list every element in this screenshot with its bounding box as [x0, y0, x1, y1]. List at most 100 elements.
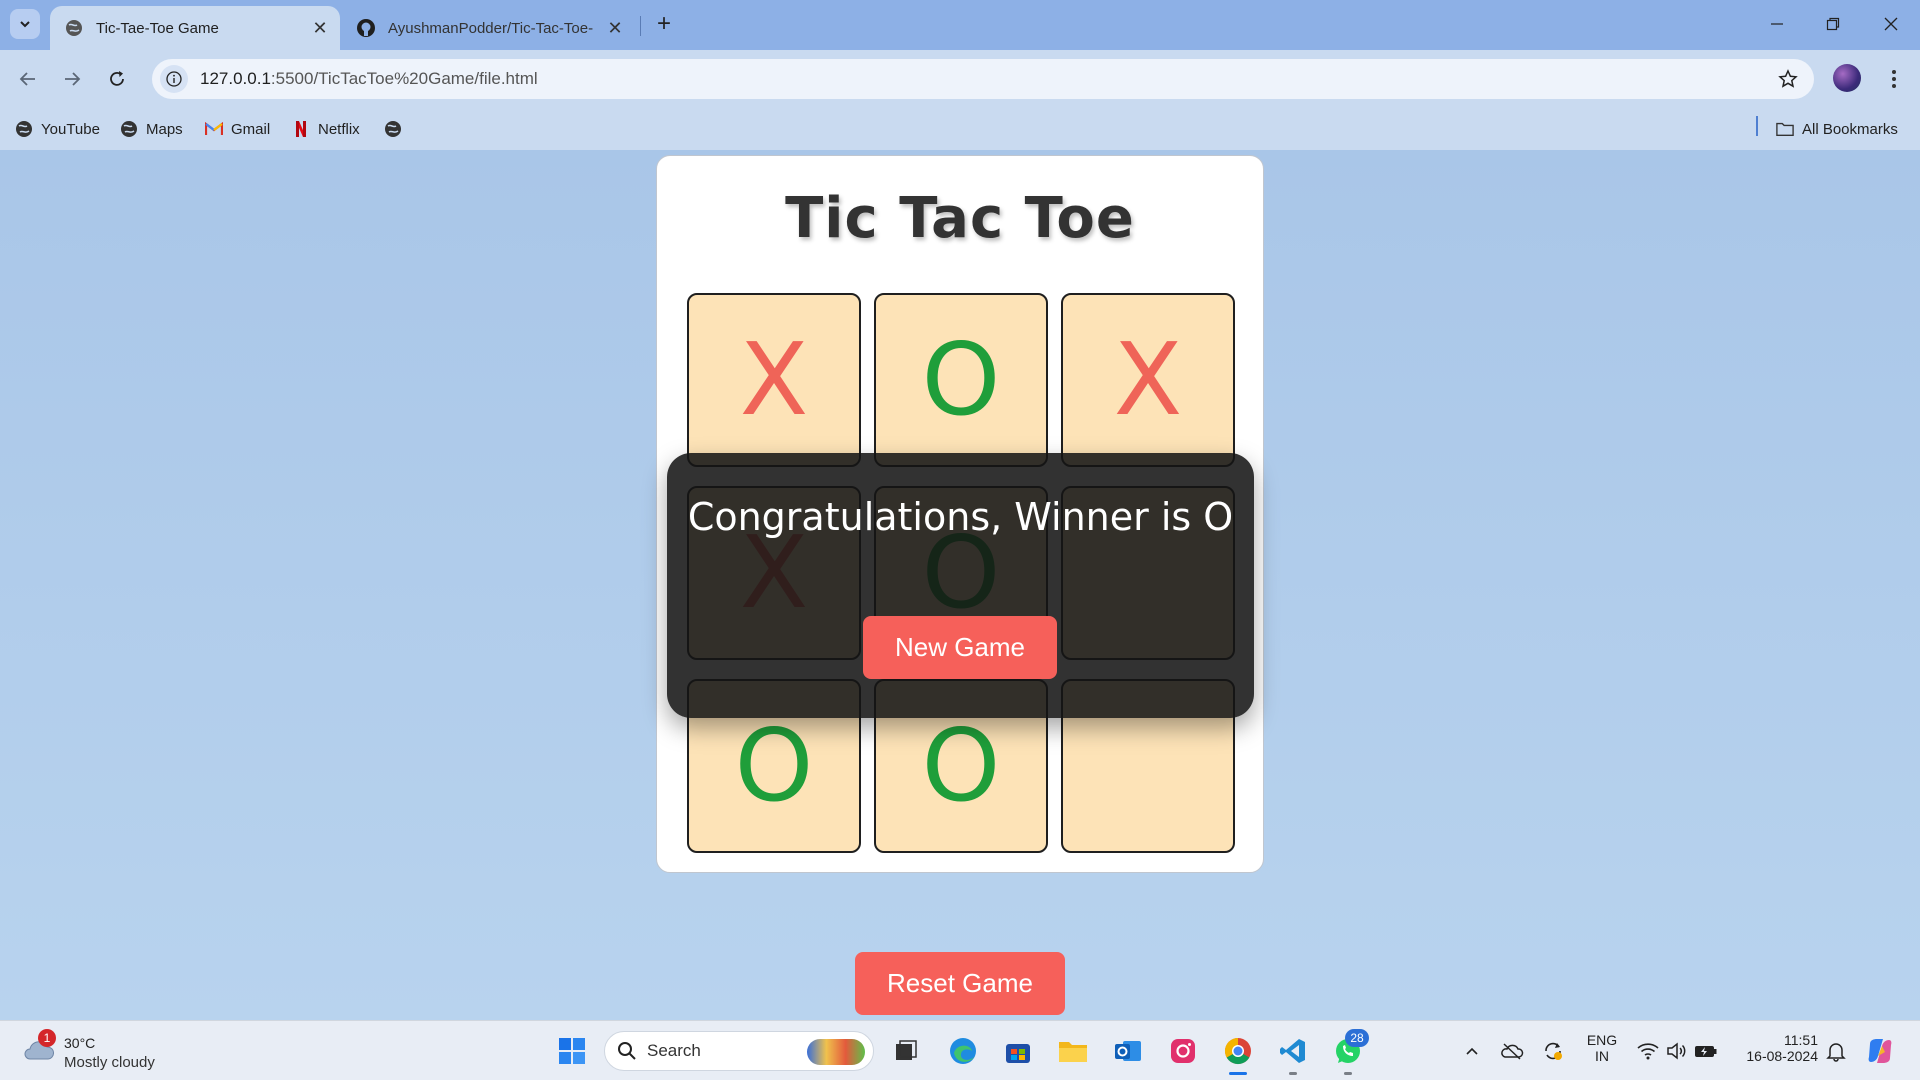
globe-icon — [384, 120, 402, 138]
copilot-icon — [1868, 1039, 1892, 1063]
browser-toolbar: 127.0.0.1:5500/TicTacToe%20Game/file.htm… — [0, 50, 1920, 108]
game-title: Tic Tac Toe — [785, 186, 1135, 251]
bookmark-label: Gmail — [231, 120, 271, 138]
arrow-left-icon — [19, 72, 35, 86]
all-bookmarks-button[interactable]: All Bookmarks — [1776, 118, 1898, 140]
browser-menu-icon[interactable] — [1880, 64, 1908, 94]
folder-icon — [1776, 120, 1794, 138]
active-app-indicator — [1229, 1072, 1247, 1075]
region-code: IN — [1595, 1048, 1609, 1064]
winner-message: Congratulations, Winner is O — [687, 495, 1234, 539]
notifications-button[interactable] — [1818, 1033, 1854, 1069]
bookmark-gmail[interactable]: Gmail — [205, 118, 270, 140]
file-explorer-button[interactable] — [1055, 1033, 1091, 1069]
url-path: :5500/TicTacToe%20Game/file.html — [270, 69, 538, 88]
sync-icon — [1545, 1042, 1562, 1060]
onedrive-button[interactable] — [1494, 1033, 1530, 1069]
battery-button[interactable] — [1688, 1033, 1724, 1069]
instagram-button[interactable] — [1165, 1033, 1201, 1069]
sync-button[interactable] — [1535, 1033, 1571, 1069]
netflix-icon — [292, 120, 310, 138]
board-cell[interactable]: O — [874, 293, 1048, 467]
date: 16-08-2024 — [1746, 1048, 1818, 1064]
new-game-button[interactable]: New Game — [863, 616, 1057, 679]
windows-icon — [559, 1038, 585, 1064]
close-tab-icon[interactable]: ✕ — [603, 16, 627, 40]
edge-icon — [950, 1038, 976, 1064]
globe-icon — [64, 18, 84, 38]
close-window-button[interactable] — [1868, 8, 1914, 40]
chrome-button[interactable] — [1220, 1033, 1256, 1069]
store-icon — [1006, 1044, 1030, 1063]
task-view-button[interactable] — [888, 1033, 924, 1069]
bookmark-maps[interactable]: Maps — [120, 118, 183, 140]
chrome-icon — [1224, 1037, 1251, 1065]
instagram-icon — [1171, 1039, 1195, 1063]
minimize-icon — [1771, 23, 1783, 25]
whatsapp-notification-badge: 28 — [1345, 1029, 1369, 1047]
site-info-icon[interactable] — [160, 65, 188, 93]
new-tab-button[interactable]: + — [650, 10, 678, 38]
bookmark-star-icon[interactable] — [1776, 67, 1800, 91]
url-host: 127.0.0.1 — [200, 69, 271, 88]
vscode-icon — [1280, 1039, 1305, 1063]
battery-charging-icon — [1695, 1046, 1717, 1057]
close-tab-icon[interactable]: ✕ — [308, 16, 332, 40]
restore-icon — [1826, 17, 1840, 31]
task-view-icon — [896, 1040, 917, 1060]
all-bookmarks-label: All Bookmarks — [1802, 120, 1898, 138]
back-button[interactable] — [10, 61, 46, 97]
bookmarks-bar: YouTube Maps Gmail Netflix All Bookmarks — [0, 108, 1920, 150]
bookmarks-divider — [1756, 116, 1758, 136]
tab-search-button[interactable] — [10, 9, 40, 39]
language-code: ENG — [1586, 1032, 1618, 1048]
restore-button[interactable] — [1810, 8, 1856, 40]
outlook-button[interactable] — [1110, 1033, 1146, 1069]
speaker-icon — [1667, 1042, 1686, 1060]
arrow-right-icon — [65, 72, 81, 86]
copilot-button[interactable] — [1862, 1033, 1898, 1069]
tab-tic-tac-toe[interactable]: Tic-Tae-Toe Game ✕ — [50, 6, 340, 50]
winner-dialog: Congratulations, Winner is O New Game — [667, 453, 1254, 718]
show-hidden-icons-button[interactable] — [1454, 1033, 1490, 1069]
bookmark-netflix[interactable]: Netflix — [292, 118, 360, 140]
edge-button[interactable] — [945, 1033, 981, 1069]
board-cell[interactable]: X — [687, 293, 861, 467]
search-icon — [618, 1042, 636, 1060]
weather-widget[interactable]: 1 30°C Mostly cloudy — [18, 1029, 168, 1073]
tab-github[interactable]: AyushmanPodder/Tic-Tac-Toe- ✕ — [350, 6, 635, 50]
taskbar-search[interactable]: Search — [604, 1031, 874, 1071]
reset-game-button[interactable]: Reset Game — [855, 952, 1065, 1015]
tab-title: AyushmanPodder/Tic-Tac-Toe- — [388, 19, 594, 37]
outlook-icon — [1115, 1041, 1141, 1061]
minimize-button[interactable] — [1754, 8, 1800, 40]
clock[interactable]: 11:51 16-08-2024 — [1730, 1032, 1818, 1064]
profile-avatar[interactable] — [1833, 64, 1861, 92]
language-indicator[interactable]: ENG IN — [1582, 1032, 1622, 1064]
running-app-indicator — [1344, 1072, 1352, 1075]
tab-title: Tic-Tae-Toe Game — [96, 19, 219, 37]
github-icon — [356, 18, 376, 38]
forward-button[interactable] — [54, 61, 90, 97]
bookmark-youtube[interactable]: YouTube — [15, 118, 100, 140]
bookmark-label: Netflix — [318, 120, 360, 138]
bookmark-unnamed[interactable] — [384, 118, 410, 140]
windows-taskbar: 1 30°C Mostly cloudy Search 28 ENG IN 11… — [0, 1020, 1920, 1080]
time: 11:51 — [1784, 1032, 1818, 1048]
vscode-button[interactable] — [1275, 1033, 1311, 1069]
temperature: 30°C — [64, 1035, 96, 1051]
gmail-icon — [205, 120, 223, 138]
chevron-down-icon — [20, 21, 30, 28]
reload-button[interactable] — [99, 61, 135, 97]
address-bar[interactable]: 127.0.0.1:5500/TicTacToe%20Game/file.htm… — [152, 59, 1814, 99]
board-cell[interactable]: X — [1061, 293, 1235, 467]
cloud-off-icon — [1501, 1043, 1524, 1060]
search-highlight-image — [807, 1039, 865, 1065]
start-button[interactable] — [554, 1033, 590, 1069]
store-button[interactable] — [1000, 1033, 1036, 1069]
running-app-indicator — [1289, 1072, 1297, 1075]
globe-icon — [120, 120, 138, 138]
globe-icon — [15, 120, 33, 138]
weather-condition: Mostly cloudy — [64, 1054, 155, 1071]
tab-strip: Tic-Tae-Toe Game ✕ AyushmanPodder/Tic-Ta… — [0, 0, 1920, 50]
